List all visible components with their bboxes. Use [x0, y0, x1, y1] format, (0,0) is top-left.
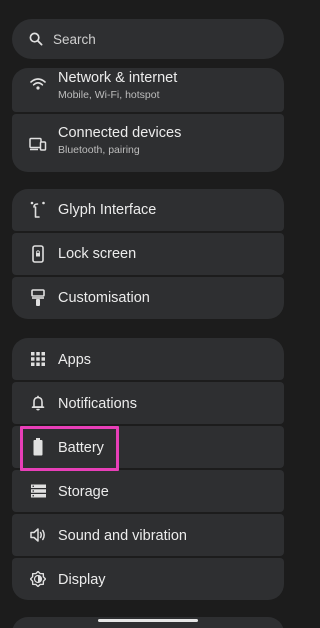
settings-item-title: Apps: [58, 352, 92, 368]
speaker-icon: [29, 526, 47, 544]
settings-item-title: Lock screen: [58, 246, 137, 262]
devices-icon: [29, 135, 47, 153]
settings-item-title: Sound and vibration: [58, 528, 187, 544]
settings-page: Search Network & internet Mobile, Wi-Fi,…: [0, 0, 296, 628]
lock-screen-icon: [29, 245, 47, 263]
settings-item-storage[interactable]: Storage: [12, 470, 284, 512]
search-icon: [28, 31, 44, 47]
settings-item-display[interactable]: Display: [12, 558, 284, 600]
settings-item-title: Battery: [58, 440, 104, 456]
settings-group-device: Apps Notifications Battery Storage Sound…: [12, 338, 284, 600]
settings-item-sound-vibration[interactable]: Sound and vibration: [12, 514, 284, 556]
settings-item-subtitle: Mobile, Wi-Fi, hotspot: [58, 89, 160, 101]
settings-item-title: Customisation: [58, 290, 150, 306]
bell-icon: [29, 394, 47, 412]
settings-item-title: Connected devices: [58, 125, 182, 141]
settings-item-title: Notifications: [58, 396, 137, 412]
battery-icon: [29, 438, 47, 456]
settings-group-connectivity: Network & internet Mobile, Wi-Fi, hotspo…: [12, 68, 284, 172]
apps-grid-icon: [29, 350, 47, 368]
gesture-handle[interactable]: [98, 619, 198, 622]
brush-icon: [29, 289, 47, 307]
search-placeholder: Search: [53, 31, 96, 47]
settings-item-apps[interactable]: Apps: [12, 338, 284, 380]
settings-item-lock-screen[interactable]: Lock screen: [12, 233, 284, 275]
search-bar[interactable]: Search: [12, 19, 284, 59]
settings-item-title: Display: [58, 572, 106, 588]
settings-group-personalisation: Glyph Interface Lock screen Customisatio…: [12, 189, 284, 319]
settings-item-notifications[interactable]: Notifications: [12, 382, 284, 424]
settings-item-title: Glyph Interface: [58, 202, 157, 218]
settings-item-battery[interactable]: Battery: [12, 426, 284, 468]
settings-item-network[interactable]: Network & internet Mobile, Wi-Fi, hotspo…: [12, 68, 284, 112]
settings-item-customisation[interactable]: Customisation: [12, 277, 284, 319]
storage-icon: [29, 482, 47, 500]
settings-item-title: Network & internet: [58, 70, 178, 86]
glyph-icon: [29, 201, 47, 219]
settings-item-glyph-interface[interactable]: Glyph Interface: [12, 189, 284, 231]
settings-item-subtitle: Bluetooth, pairing: [58, 144, 140, 156]
display-icon: [29, 570, 47, 588]
settings-item-title: Storage: [58, 484, 109, 500]
settings-item-connected-devices[interactable]: Connected devices Bluetooth, pairing: [12, 114, 284, 172]
wifi-icon: [29, 75, 47, 93]
